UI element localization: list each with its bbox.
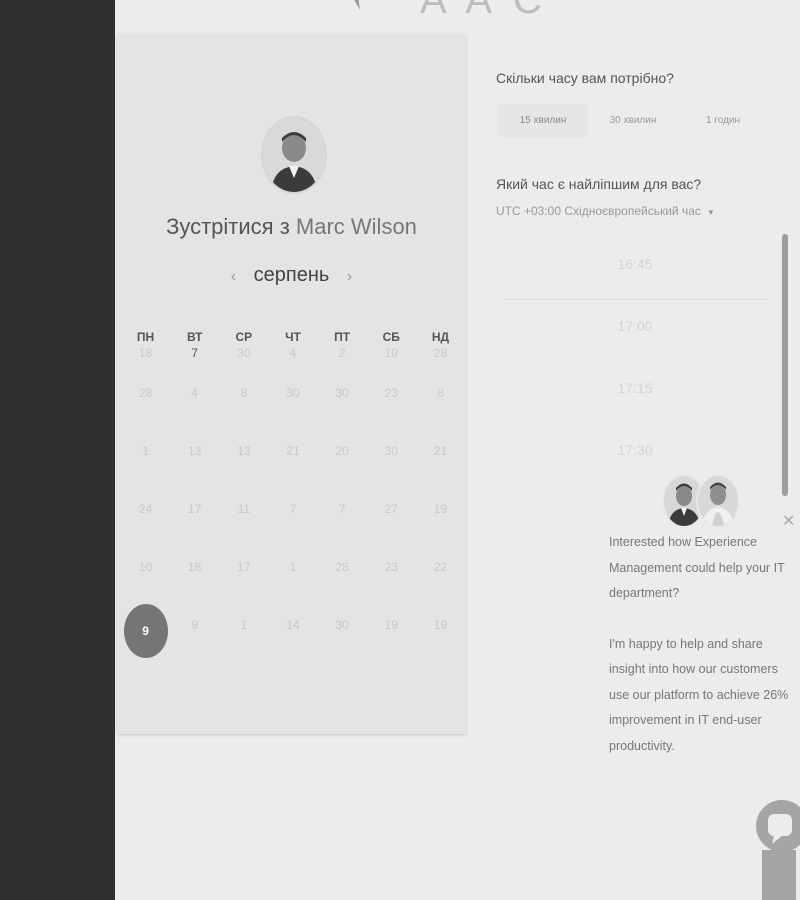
calendar-day[interactable]: 23 xyxy=(367,560,416,618)
calendar-day[interactable]: 13 xyxy=(170,444,219,502)
calendar-day[interactable]: 8 xyxy=(416,386,465,444)
logo-icon xyxy=(354,0,360,10)
weekday-header: ПТ xyxy=(334,330,351,344)
timezone-dropdown[interactable]: UTC +03:00 Східноєвропейський час ▼ xyxy=(496,204,715,218)
calendar-day[interactable]: 20 xyxy=(318,444,367,502)
weekday-header: ПН xyxy=(136,330,155,344)
calendar-card: Зустрітися з Marc Wilson ‹ серпень › ПН … xyxy=(117,34,466,734)
calendar-day[interactable]: 7 xyxy=(170,346,219,386)
calendar-day[interactable]: 24 xyxy=(121,502,170,560)
calendar-day[interactable]: 21 xyxy=(416,444,465,502)
time-slot[interactable]: 17:00 xyxy=(500,318,770,334)
calendar-day[interactable]: 1 xyxy=(219,618,268,676)
calendar-day-selected[interactable]: 9 xyxy=(121,604,170,676)
calendar-day[interactable]: 27 xyxy=(367,502,416,560)
calendar-day[interactable]: 7 xyxy=(318,502,367,560)
left-dark-sidebar xyxy=(0,0,115,900)
duration-option-30[interactable]: 30 хвилин xyxy=(588,104,678,138)
timezone-label: UTC +03:00 Східноєвропейський час xyxy=(496,204,701,218)
calendar-day[interactable]: 9 xyxy=(170,618,219,676)
chevron-left-icon[interactable]: ‹ xyxy=(231,268,236,285)
chevron-right-icon[interactable]: › xyxy=(347,268,352,285)
calendar-day[interactable]: 8 xyxy=(219,386,268,444)
calendar-day[interactable]: 21 xyxy=(268,444,317,502)
calendar-day[interactable]: 7 xyxy=(268,502,317,560)
host-name: Marc Wilson xyxy=(295,214,417,239)
month-label: серпень xyxy=(253,264,330,286)
meeting-title-prefix: Зустрітися з xyxy=(166,214,290,239)
chat-message-1: Interested how Experience Management cou… xyxy=(609,535,785,600)
chat-agent-avatars xyxy=(662,474,742,528)
duration-question: Скільки часу вам потрібно? xyxy=(496,70,674,86)
calendar-day[interactable]: 30 xyxy=(318,386,367,444)
calendar-day[interactable]: 17 xyxy=(170,502,219,560)
calendar-day[interactable]: 30 xyxy=(367,444,416,502)
calendar-day[interactable]: 13 xyxy=(219,444,268,502)
calendar-grid: ПН ВТ СР ЧТ ПТ СБ НД 18 7 30 4 2 10 28 2… xyxy=(121,328,465,676)
calendar-day[interactable]: 19 xyxy=(367,618,416,676)
time-question: Який час є найліпшим для вас? xyxy=(496,176,702,192)
chat-agent-avatar xyxy=(696,474,740,528)
calendar-day[interactable]: 17 xyxy=(219,560,268,618)
host-avatar xyxy=(261,116,327,194)
calendar-day[interactable]: 30 xyxy=(318,618,367,676)
slot-divider xyxy=(500,299,772,300)
calendar-day[interactable]: 1 xyxy=(268,560,317,618)
time-slot[interactable]: 17:30 xyxy=(500,442,770,458)
selected-day-marker[interactable]: 9 xyxy=(123,604,168,658)
calendar-day[interactable]: 30 xyxy=(268,386,317,444)
calendar-day[interactable]: 28 xyxy=(121,386,170,444)
calendar-day[interactable]: 1 xyxy=(121,444,170,502)
weekday-header: СБ xyxy=(382,330,400,344)
chat-launcher-base xyxy=(762,850,796,900)
duration-option-60[interactable]: 1 годин xyxy=(678,104,768,138)
weekday-header: ВТ xyxy=(186,330,203,344)
calendar-day[interactable]: 30 xyxy=(219,346,268,386)
time-slot[interactable]: 17:15 xyxy=(500,380,770,396)
weekday-header: СР xyxy=(235,330,253,344)
close-icon[interactable]: ✕ xyxy=(782,511,795,531)
duration-option-15[interactable]: 15 хвилин xyxy=(498,104,588,138)
caret-down-icon: ▼ xyxy=(706,208,715,217)
calendar-day[interactable]: 14 xyxy=(268,618,317,676)
weekday-header: ЧТ xyxy=(285,330,301,344)
chat-popup-message: Interested how Experience Management cou… xyxy=(609,530,795,784)
calendar-day[interactable]: 10 xyxy=(367,346,416,386)
calendar-day[interactable]: 18 xyxy=(170,560,219,618)
time-slots-scrollbar[interactable] xyxy=(782,234,788,496)
calendar-day[interactable]: 19 xyxy=(416,618,465,676)
weekday-header: НД xyxy=(431,330,450,344)
duration-selector: 15 хвилин 30 хвилин 1 годин xyxy=(498,104,768,138)
meeting-title: Зустрітися з Marc Wilson xyxy=(117,214,466,240)
calendar-day[interactable]: 11 xyxy=(219,502,268,560)
time-slot[interactable]: 16:45 xyxy=(500,256,770,272)
calendar-day[interactable]: 18 xyxy=(121,346,170,386)
month-navigator: ‹ серпень › xyxy=(117,264,466,287)
chat-message-2: I'm happy to help and share insight into… xyxy=(609,636,789,753)
calendar-day[interactable]: 22 xyxy=(416,560,465,618)
calendar-day[interactable]: 28 xyxy=(318,560,367,618)
calendar-day[interactable]: 4 xyxy=(268,346,317,386)
calendar-day[interactable]: 2 xyxy=(318,346,367,386)
calendar-day[interactable]: 23 xyxy=(367,386,416,444)
calendar-day[interactable]: 4 xyxy=(170,386,219,444)
calendar-day[interactable]: 28 xyxy=(416,346,465,386)
calendar-day[interactable]: 19 xyxy=(416,502,465,560)
